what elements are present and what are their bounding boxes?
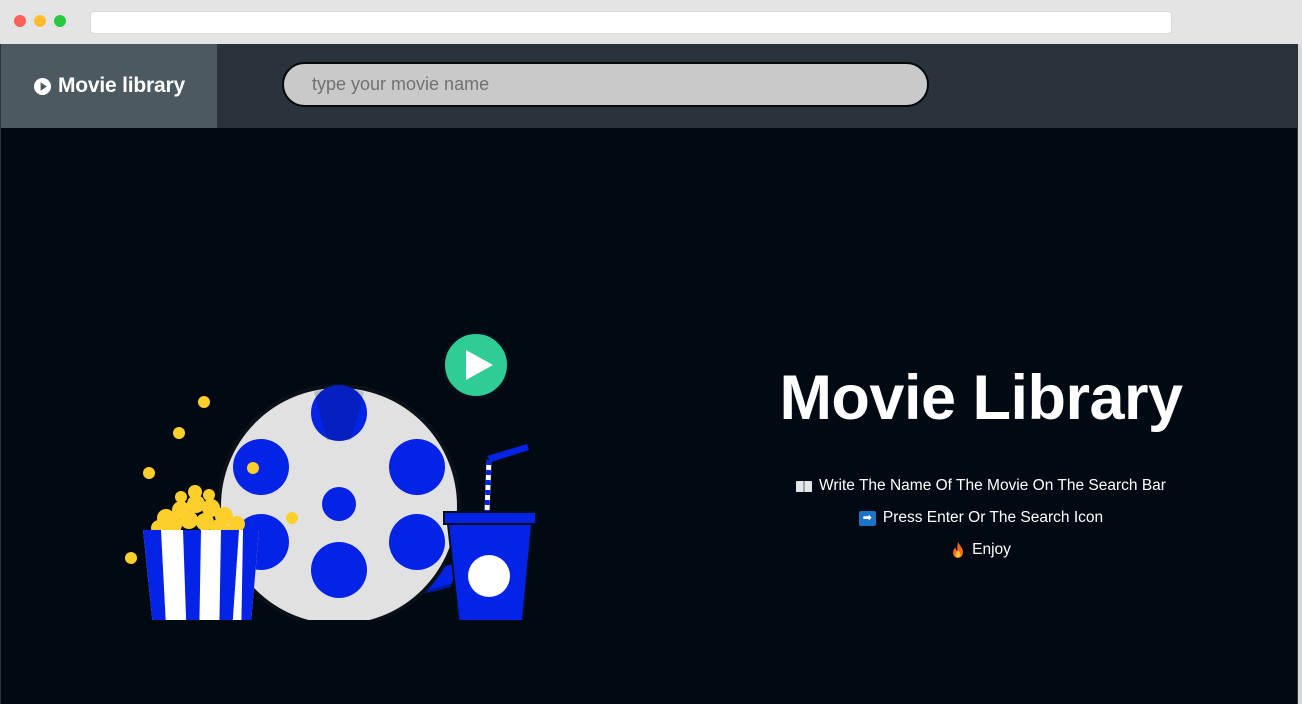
navbar: Movie library (1, 44, 1297, 128)
brand-link[interactable]: Movie library (1, 44, 217, 128)
instruction-text: Enjoy (972, 541, 1011, 558)
drink-cup (443, 444, 537, 620)
page-scrollbar[interactable] (1298, 44, 1302, 704)
cinema-illustration (125, 332, 537, 620)
play-button-badge (443, 332, 509, 398)
close-window-button[interactable] (14, 15, 26, 27)
instruction-step: Write The Name Of The Movie On The Searc… (761, 470, 1201, 502)
instruction-step: Enjoy (761, 534, 1201, 566)
hero-title: Movie Library (779, 363, 1183, 433)
search-input[interactable] (282, 62, 929, 107)
app-viewport: Movie library type your movie name Movie… (0, 44, 1298, 704)
minimize-window-button[interactable] (34, 15, 46, 27)
maximize-window-button[interactable] (54, 15, 66, 27)
fire-icon (953, 542, 964, 558)
address-bar[interactable] (90, 11, 1172, 34)
film-reel (217, 384, 461, 620)
instruction-step: ➡ Press Enter Or The Search Icon (761, 502, 1201, 534)
brand-label: Movie library (58, 74, 185, 97)
open-book-icon (796, 480, 813, 492)
instruction-list: Write The Name Of The Movie On The Searc… (761, 470, 1201, 566)
play-circle-icon (33, 77, 52, 95)
instruction-text: Write The Name Of The Movie On The Searc… (819, 477, 1166, 494)
right-arrow-icon: ➡ (858, 510, 876, 526)
browser-chrome (0, 0, 1302, 44)
instruction-text: Press Enter Or The Search Icon (882, 509, 1104, 526)
